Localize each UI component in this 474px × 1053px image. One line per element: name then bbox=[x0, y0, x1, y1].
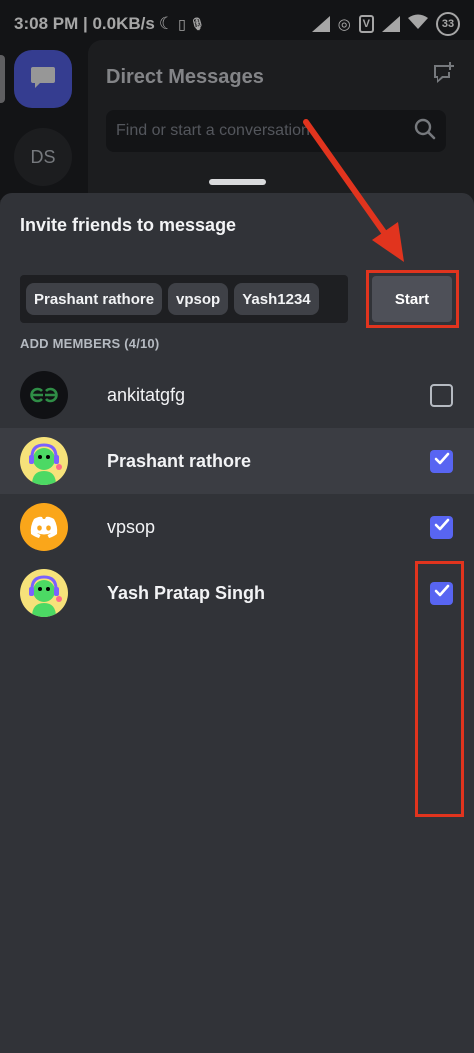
green-character-avatar bbox=[20, 569, 68, 617]
member-name: Prashant rathore bbox=[107, 450, 252, 471]
invite-friends-sheet: Invite friends to message Prashant ratho… bbox=[0, 179, 474, 1053]
geeksforgeeks-logo-avatar bbox=[20, 371, 68, 419]
member-row[interactable]: Prashant rathore bbox=[0, 428, 474, 494]
member-row[interactable]: vpsop bbox=[0, 494, 474, 560]
sheet-title: Invite friends to message bbox=[20, 215, 237, 235]
discord-logo-avatar bbox=[20, 503, 68, 551]
start-annotation-box bbox=[366, 270, 459, 328]
member-name: ankitatgfg bbox=[107, 384, 186, 405]
member-row[interactable]: Yash Pratap Singh bbox=[0, 560, 474, 626]
member-row[interactable]: ankitatgfg bbox=[0, 362, 474, 428]
sheet-drag-handle[interactable] bbox=[209, 179, 266, 185]
member-checkbox[interactable] bbox=[430, 449, 453, 473]
selected-chip[interactable]: Yash1234 bbox=[234, 283, 319, 315]
member-checkbox[interactable] bbox=[430, 515, 453, 539]
background-dim-overlay[interactable] bbox=[0, 0, 474, 200]
selected-chip[interactable]: vpsop bbox=[168, 283, 229, 315]
checkbox-annotation-box bbox=[415, 561, 464, 817]
checkmark-icon bbox=[434, 452, 450, 471]
selected-chip[interactable]: Prashant rathore bbox=[26, 283, 163, 315]
member-name: Yash Pratap Singh bbox=[107, 582, 266, 603]
member-checkbox[interactable] bbox=[430, 383, 453, 407]
checkmark-icon bbox=[434, 518, 450, 537]
green-character-avatar bbox=[20, 437, 68, 485]
selected-friends-input[interactable]: Prashant rathore vpsop Yash1234 bbox=[20, 275, 348, 323]
member-name: vpsop bbox=[107, 516, 156, 537]
add-members-label: ADD MEMBERS (4/10) bbox=[20, 336, 160, 351]
